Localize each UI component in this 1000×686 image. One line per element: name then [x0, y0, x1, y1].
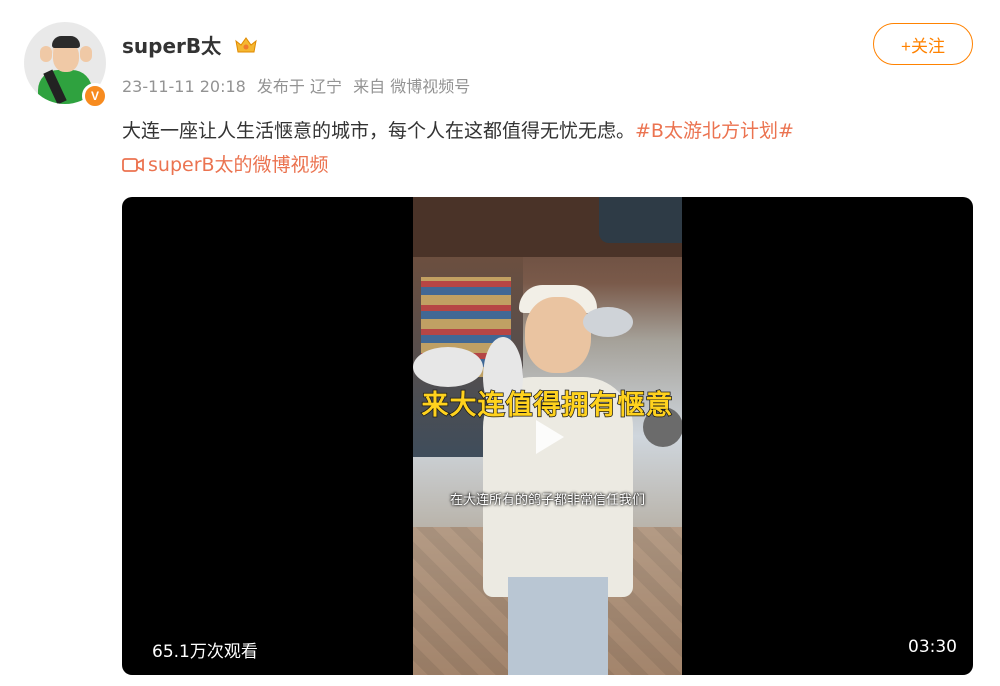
verified-badge-icon: V [82, 83, 108, 109]
crown-icon [235, 37, 257, 53]
video-camera-icon [122, 158, 144, 172]
post-meta: 23-11-11 20:18 发布于 辽宁 来自 微博视频号 [122, 73, 476, 97]
hashtag-link[interactable]: #B太游北方计划# [635, 120, 794, 142]
video-link-label: superB太的微博视频 [148, 154, 329, 176]
video-player[interactable]: 来大连值得拥有惬意 在大连所有的鸽子都非常信任我们 65.1万次观看 03:30 [122, 197, 973, 675]
username[interactable]: superB太 [122, 30, 221, 59]
video-link[interactable]: superB太的微博视频 [122, 148, 329, 182]
video-duration: 03:30 [908, 637, 957, 657]
post-text: 大连一座让人生活惬意的城市，每个人在这都值得无忧无虑。 [122, 120, 636, 142]
view-count: 65.1万次观看 [152, 642, 258, 662]
post-content: 大连一座让人生活惬意的城市，每个人在这都值得无忧无虑。#B太游北方计划# sup… [122, 114, 962, 184]
post-date[interactable]: 23-11-11 20:18 [122, 77, 246, 96]
post-location: 发布于 辽宁 [256, 77, 343, 96]
follow-button[interactable]: +关注 [873, 23, 973, 65]
video-caption-subtitle: 在大连所有的鸽子都非常信任我们 [449, 493, 645, 508]
post-source: 来自 微博视频号 [353, 77, 471, 96]
play-icon[interactable] [522, 412, 572, 462]
